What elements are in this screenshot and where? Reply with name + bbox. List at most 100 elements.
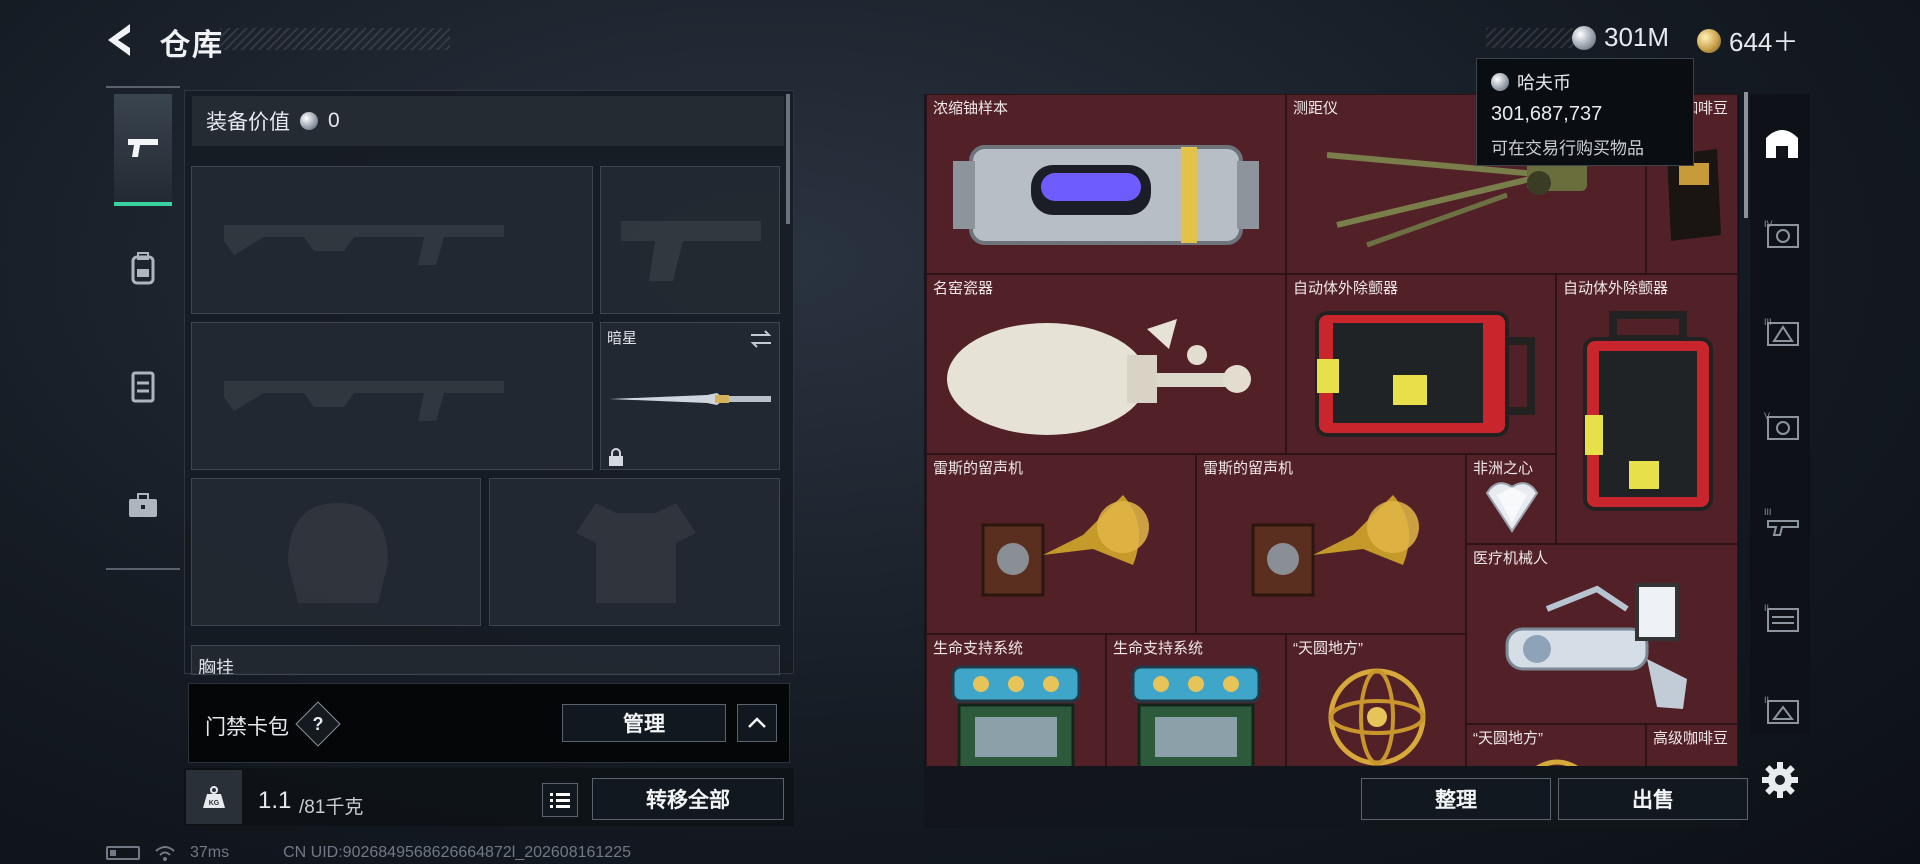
item-name: 生命支持系统 [1113,640,1204,657]
item-gramophone-1[interactable]: 雷斯的留声机 [926,454,1196,634]
melee-slot[interactable]: 暗星 [600,322,780,470]
haf-coin-icon [300,112,318,130]
transfer-all-button[interactable]: 转移全部 [592,778,784,820]
item-aed-2[interactable]: 自动体外除颤器 [1556,274,1738,544]
gold-coin-amount: 644＋ [1729,27,1799,57]
stash-grid: 浓缩铀样本 测距仪 高级咖啡豆 名窑瓷器 [926,94,1738,766]
tooltip-amount: 301,687,737 [1491,103,1603,125]
rifle-silhouette-icon [224,225,504,265]
backpack-icon [131,252,155,285]
item-name: 雷斯的留声机 [933,460,1024,477]
weapon-crate-icon: III [1764,507,1799,536]
item-uranium-sample[interactable]: 浓缩铀样本 [926,94,1286,274]
item-name: 自动体外除颤器 [1563,280,1669,297]
haf-coin-icon [1572,25,1596,50]
battery-icon [106,846,140,860]
crate-tier-2-icon: II [1764,603,1799,632]
armor-slot[interactable] [489,478,780,626]
haf-coin-balance[interactable]: 301M [1572,22,1669,53]
medical-robot-icon [1505,583,1687,709]
item-heart-of-africa[interactable]: 非洲之心 [1466,454,1556,544]
sell-button[interactable]: 出售 [1558,778,1748,820]
vest-icon [131,371,155,403]
uid-text: CN UID:9026849568626664872l_202608161225 [283,844,631,861]
stash-tab-4[interactable]: IV [1760,212,1804,256]
armor-silhouette-icon [576,503,696,603]
item-name: 名窑瓷器 [933,280,994,297]
chest-rig-slot[interactable]: 胸挂 [191,645,780,675]
tooltip-title: 哈夫币 [1517,73,1571,93]
stash-tab-3b[interactable]: III [1760,500,1804,544]
crate-tier-2-icon: II [1764,695,1799,724]
stash-scrollbar[interactable] [1744,92,1748,218]
crate-tier-3-icon: III [1764,317,1799,346]
svg-text:III: III [1764,507,1772,517]
tab-case[interactable] [114,450,172,562]
currency-decoration [1486,28,1576,48]
page-title: 仓库 [160,29,224,62]
life-support-icon [1131,665,1261,766]
equipment-value-label: 装备价值 [206,111,290,134]
haf-coin-icon [1491,73,1509,91]
helmet-slot[interactable] [191,478,481,626]
stash-tab-2b[interactable]: II [1760,688,1804,732]
back-arrow-icon[interactable] [100,18,144,62]
help-icon: ? [312,714,324,734]
item-life-support-1[interactable]: 生命支持系统 [926,634,1106,766]
sidearm-slot[interactable] [600,166,780,314]
stash-tab-3a[interactable]: III [1760,310,1804,354]
gold-coin-balance[interactable]: 644＋ [1697,22,1798,59]
tooltip-description: 可在交易行购买物品 [1491,139,1644,158]
helmet-silhouette-icon [288,503,388,603]
swap-icon[interactable] [749,329,773,349]
melee-name: 暗星 [607,330,638,347]
title-decoration [220,28,450,50]
gramophone-icon [1251,495,1419,597]
tab-weapons[interactable] [114,94,172,206]
life-support-icon [951,665,1081,766]
item-name: 自动体外除颤器 [1293,280,1399,297]
currency-tooltip: 哈夫币 301,687,737 可在交易行购买物品 [1476,58,1694,166]
chevron-up-icon [748,717,766,728]
item-life-support-2[interactable]: 生命支持系统 [1106,634,1286,766]
sort-button[interactable]: 整理 [1361,778,1551,820]
item-aed-1[interactable]: 自动体外除颤器 [1286,274,1556,454]
svg-text:II: II [1764,603,1769,613]
primary-weapon-slot[interactable] [191,166,593,314]
tab-vest[interactable] [114,330,172,442]
settings-gear-icon[interactable] [1758,758,1802,802]
item-name: “天圆地方” [1293,640,1363,657]
pistol-silhouette-icon [621,221,761,281]
armillary-sphere-icon [1536,759,1578,766]
item-name: 生命支持系统 [933,640,1024,657]
item-gramophone-2[interactable]: 雷斯的留声机 [1196,454,1466,634]
list-view-button[interactable] [542,783,578,817]
item-porcelain-vase[interactable]: 名窑瓷器 [926,274,1286,454]
armillary-sphere-icon [1328,668,1426,766]
uranium-canister-icon [953,145,1259,245]
stash-tab-2[interactable]: II [1760,596,1804,640]
item-armillary-1[interactable]: “天圆地方” [1286,634,1466,766]
collapse-button[interactable] [737,704,777,742]
status-bar: 37ms CN UID:9026849568626664872l_2026081… [106,844,631,862]
ping-text: 37ms [190,844,230,861]
item-coffee-beans-2[interactable]: 高级咖啡豆 [1646,724,1738,766]
manage-button[interactable]: 管理 [562,704,726,742]
defibrillator-icon [1315,311,1535,437]
knife-icon [609,393,771,405]
stash-tab-5[interactable]: V [1760,404,1804,448]
item-armillary-2[interactable]: “天圆地方” [1466,724,1646,766]
chest-rig-label: 胸挂 [198,658,234,675]
svg-text:III: III [1764,317,1772,327]
stash-tab-main[interactable] [1760,120,1804,164]
svg-text:V: V [1764,411,1770,421]
secondary-weapon-slot[interactable] [191,322,593,470]
tab-backpack[interactable] [114,212,172,324]
gramophone-icon [981,495,1149,597]
haf-coin-amount: 301M [1604,22,1670,52]
loadout-scrollbar[interactable] [786,94,790,224]
list-icon [550,793,570,808]
item-medical-robot[interactable]: 医疗机械人 [1466,544,1738,724]
equipment-value: 0 [328,109,340,132]
lock-icon [609,448,623,466]
